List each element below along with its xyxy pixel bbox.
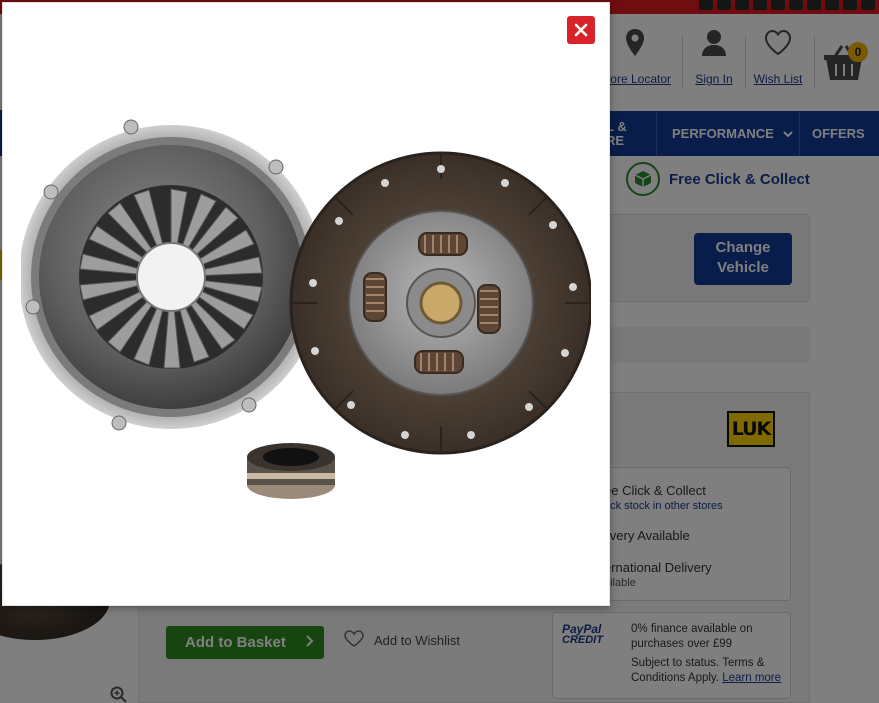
pressure-plate [21, 119, 323, 431]
release-bearing [247, 443, 335, 499]
clutch-kit-image [21, 119, 591, 499]
clutch-disc [289, 151, 591, 455]
close-button[interactable] [567, 16, 595, 44]
close-icon [574, 23, 588, 37]
image-lightbox [2, 2, 610, 606]
